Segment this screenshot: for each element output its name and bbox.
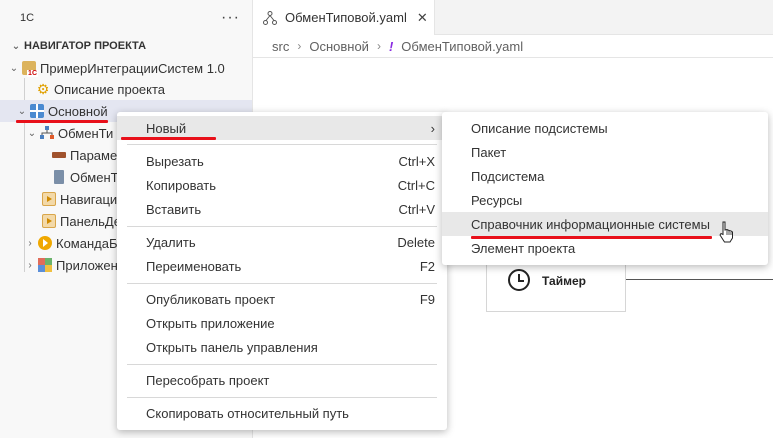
breadcrumb-item[interactable]: ОбменТиповой.yaml: [401, 39, 523, 54]
menu-item-label: Копировать: [146, 177, 216, 193]
menu-item-shortcut: Ctrl+V: [398, 201, 435, 217]
menu-item-label: Пересобрать проект: [146, 372, 270, 388]
tree-item-label: ПримерИнтеграцииСистем 1.0: [40, 60, 225, 76]
section-title[interactable]: ⌄ НАВИГАТОР ПРОЕКТА: [8, 37, 146, 55]
menu-item-label: Вставить: [146, 201, 202, 217]
panel-icon: [42, 214, 56, 228]
project-folder-icon: [22, 61, 38, 77]
menu-item-publish-project[interactable]: Опубликовать проект F9: [117, 287, 447, 311]
menu-item-label: Удалить: [146, 234, 196, 250]
menu-item-label: Справочник информационные системы: [471, 216, 710, 232]
tree-item-label: ПанельДе: [60, 213, 121, 229]
highlight-underline: [471, 236, 712, 239]
menu-separator: [127, 144, 437, 145]
menu-item-shortcut: Ctrl+X: [398, 153, 435, 169]
tree-item-label: КомандаБ: [56, 235, 118, 251]
submenu-item-subsystem-description[interactable]: Описание подсистемы: [442, 116, 768, 140]
tree-item-project-description[interactable]: ⚙ Описание проекта: [0, 78, 252, 100]
menu-item-label: Скопировать относительный путь: [146, 405, 349, 421]
highlight-underline: [16, 120, 108, 123]
menu-item-open-control-panel[interactable]: Открыть панель управления: [117, 335, 447, 359]
tree-item-label: ОбменТи: [58, 125, 114, 141]
menu-item-delete[interactable]: Удалить Delete: [117, 230, 447, 254]
diagram-connector: [626, 279, 773, 280]
tree-item-project[interactable]: ⌄ ПримерИнтеграцииСистем 1.0: [0, 57, 252, 79]
breadcrumb: src › Основной › ! ОбменТиповой.yaml: [253, 35, 773, 57]
chevron-right-icon: ›: [430, 120, 435, 136]
close-icon[interactable]: ✕: [417, 10, 428, 26]
application-icon: [38, 258, 52, 272]
flow-icon: [40, 126, 54, 140]
tree-item-label: Приложен: [56, 257, 118, 273]
submenu-item-subsystem[interactable]: Подсистема: [442, 164, 768, 188]
tab-label: ОбменТиповой.yaml: [285, 10, 407, 25]
chevron-down-icon: ⌄: [27, 127, 37, 139]
editor-tab-bar: ОбменТиповой.yaml ✕: [253, 0, 773, 35]
menu-separator: [127, 283, 437, 284]
menu-separator: [127, 226, 437, 227]
tab-obmen-tipovoy-yaml[interactable]: ОбменТиповой.yaml ✕: [253, 0, 435, 35]
navigation-icon: [42, 192, 56, 206]
menu-item-copy[interactable]: Копировать Ctrl+C: [117, 173, 447, 197]
tree-item-label: ОбменТ: [70, 169, 119, 185]
tree-item-label: Навигаци: [60, 191, 118, 207]
more-actions-icon[interactable]: ···: [221, 9, 240, 27]
breadcrumb-divider: [253, 57, 773, 58]
clock-icon: [508, 269, 530, 291]
menu-separator: [127, 397, 437, 398]
context-menu: Новый › Вырезать Ctrl+X Копировать Ctrl+…: [117, 112, 447, 430]
menu-item-open-application[interactable]: Открыть приложение: [117, 311, 447, 335]
chevron-right-icon: ›: [28, 259, 32, 271]
menu-item-rebuild-project[interactable]: Пересобрать проект: [117, 368, 447, 392]
chevron-down-icon: ⌄: [17, 105, 27, 117]
menu-item-shortcut: F2: [419, 258, 435, 274]
flow-file-icon: [263, 10, 277, 25]
breadcrumb-item[interactable]: src: [272, 39, 289, 54]
menu-item-label: Новый: [146, 120, 187, 136]
breadcrumb-item[interactable]: Основной: [309, 39, 369, 54]
command-icon: [38, 236, 52, 250]
tree-item-label: Основной: [48, 103, 108, 119]
submenu-item-package[interactable]: Пакет: [442, 140, 768, 164]
menu-separator: [127, 364, 437, 365]
highlight-underline: [121, 137, 216, 140]
timer-label: Таймер: [542, 274, 586, 288]
sidebar-title: 1С: [20, 11, 35, 24]
menu-item-shortcut: F9: [419, 291, 435, 307]
subsystem-icon: [30, 104, 44, 118]
tree-item-label: Описание проекта: [54, 81, 166, 97]
menu-item-label: Описание подсистемы: [471, 120, 608, 136]
chevron-right-icon: ›: [376, 39, 381, 53]
menu-item-label: Подсистема: [471, 168, 545, 184]
chevron-right-icon: ›: [297, 39, 302, 53]
section-title-label: НАВИГАТОР ПРОЕКТА: [24, 40, 147, 52]
chevron-down-icon: ⌄: [9, 62, 19, 74]
document-icon: [54, 170, 64, 184]
menu-item-shortcut: Ctrl+C: [397, 177, 435, 193]
submenu-item-resources[interactable]: Ресурсы: [442, 188, 768, 212]
menu-item-shortcut: Delete: [397, 234, 435, 250]
parameter-icon: [52, 152, 66, 158]
sidebar-header: 1С ···: [0, 0, 252, 35]
menu-item-label: Элемент проекта: [471, 240, 576, 256]
menu-item-label: Опубликовать проект: [146, 291, 276, 307]
menu-item-label: Переименовать: [146, 258, 242, 274]
yaml-file-icon: !: [388, 38, 394, 54]
chevron-right-icon: ›: [28, 237, 32, 249]
tree-item-label: Парамет: [70, 147, 123, 163]
gear-icon: ⚙: [36, 81, 50, 97]
menu-item-paste[interactable]: Вставить Ctrl+V: [117, 197, 447, 221]
menu-item-cut[interactable]: Вырезать Ctrl+X: [117, 149, 447, 173]
chevron-down-icon: ⌄: [11, 40, 21, 52]
menu-item-rename[interactable]: Переименовать F2: [117, 254, 447, 278]
menu-item-label: Вырезать: [146, 153, 204, 169]
menu-item-label: Открыть панель управления: [146, 339, 318, 355]
mouse-cursor-icon: [719, 221, 733, 243]
menu-item-label: Открыть приложение: [146, 315, 275, 331]
menu-item-copy-relative-path[interactable]: Скопировать относительный путь: [117, 401, 447, 425]
menu-item-label: Пакет: [471, 144, 507, 160]
menu-item-label: Ресурсы: [471, 192, 523, 208]
